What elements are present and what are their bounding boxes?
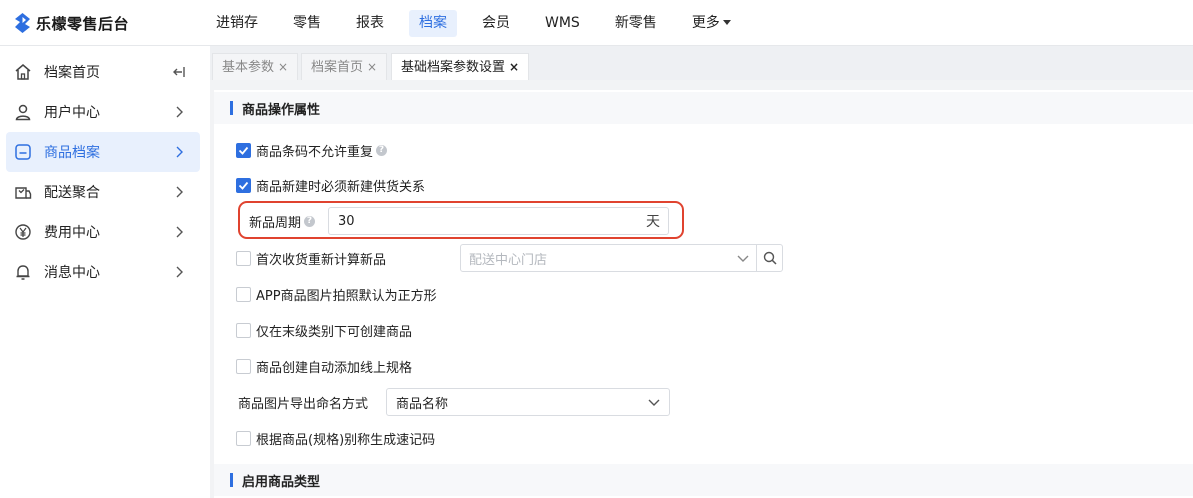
distribution-store-select[interactable]: 配送中心门店 (460, 244, 783, 272)
tab-label: 基础档案参数设置 (401, 60, 506, 75)
new-cycle-input[interactable]: 30 天 (328, 207, 669, 235)
checkbox-app-square[interactable] (236, 286, 251, 302)
distribution-store-placeholder: 配送中心门店 (469, 252, 548, 268)
topnav-item-archive[interactable]: 档案 (409, 10, 457, 37)
search-icon (763, 251, 777, 265)
delivery-icon (14, 183, 32, 201)
sidebar-item-delivery[interactable]: 配送聚合 (6, 172, 200, 212)
tab-archive-settings[interactable]: 基础档案参数设置 × (391, 53, 530, 80)
sidebar-item-message-center[interactable]: 消息中心 (6, 252, 200, 292)
option-app-square: APP商品图片拍照默认为正方形 (236, 283, 437, 305)
topnav-item-wms[interactable]: WMS (535, 10, 590, 37)
export-naming-value: 商品名称 (396, 396, 449, 412)
section-title: 启用商品类型 (242, 474, 321, 490)
topnav-item-new-retail[interactable]: 新零售 (605, 10, 667, 37)
yuan-icon (14, 223, 32, 241)
check-icon (238, 181, 249, 190)
app-title: 乐檬零售后台 (36, 14, 130, 33)
close-icon[interactable]: × (278, 60, 288, 74)
topnav-item-reports[interactable]: 报表 (346, 10, 394, 37)
sidebar-item-user-center[interactable]: 用户中心 (6, 92, 200, 132)
chevron-right-icon (172, 185, 186, 199)
collapse-sidebar-icon[interactable] (172, 65, 186, 79)
section-title: 商品操作属性 (242, 102, 321, 118)
settings-panel: 商品操作属性 商品条码不允许重复 ? 商品新建时必须新建供货关系 新品周期 ? … (214, 90, 1193, 498)
option-label: 仅在末级类别下可创建商品 (256, 324, 413, 340)
chevron-right-icon (172, 225, 186, 239)
option-label: 商品图片导出命名方式 (238, 396, 369, 412)
export-naming-select[interactable]: 商品名称 (386, 388, 670, 416)
sidebar-item-archive-home[interactable]: 档案首页 (6, 52, 200, 92)
close-icon[interactable]: × (509, 60, 519, 74)
checkbox-auto-spec[interactable] (236, 358, 251, 374)
check-icon (238, 146, 249, 155)
option-label: 根据商品(规格)别称生成速记码 (256, 432, 436, 448)
sidebar-item-label: 费用中心 (44, 225, 100, 241)
option-label: 首次收货重新计算新品 (256, 252, 387, 268)
topnav-item-retail[interactable]: 零售 (283, 10, 331, 37)
help-icon[interactable]: ? (304, 215, 316, 227)
close-icon[interactable]: × (367, 60, 377, 74)
chevron-down-icon (648, 399, 660, 406)
sidebar-item-product-archive[interactable]: 商品档案 (6, 132, 200, 172)
checkbox-require-supply[interactable] (236, 177, 251, 193)
new-cycle-unit: 天 (646, 214, 660, 230)
option-export-naming: 商品图片导出命名方式 (238, 391, 368, 413)
option-new-cycle: 新品周期 ? (249, 210, 316, 232)
option-recalc-new: 首次收货重新计算新品 (236, 247, 386, 269)
option-label: APP商品图片拍照默认为正方形 (256, 288, 437, 304)
option-speed-code: 根据商品(规格)别称生成速记码 (236, 427, 435, 449)
tab-basic-params[interactable]: 基本参数 × (212, 53, 299, 80)
sidebar: 档案首页 用户中心 商品档案 配送聚合 费用中心 消息中心 (0, 46, 210, 498)
app-logo[interactable]: 乐檬零售后台 (14, 12, 129, 34)
main-content: 商品操作属性 商品条码不允许重复 ? 商品新建时必须新建供货关系 新品周期 ? … (210, 80, 1193, 498)
search-button[interactable] (756, 245, 782, 271)
checkbox-recalc-new[interactable] (236, 250, 251, 266)
sidebar-item-label: 商品档案 (44, 145, 100, 161)
tab-archive-home[interactable]: 档案首页 × (301, 53, 388, 80)
home-icon (14, 63, 32, 81)
topnav-item-members[interactable]: 会员 (472, 10, 520, 37)
option-auto-spec: 商品创建自动添加线上规格 (236, 355, 412, 377)
sidebar-item-label: 用户中心 (44, 105, 100, 121)
chevron-right-icon (172, 265, 186, 279)
option-label: 商品新建时必须新建供货关系 (256, 179, 426, 195)
section-accent-bar (230, 101, 233, 115)
top-nav: 进销存 零售 报表 档案 会员 WMS 新零售 更多 (206, 10, 756, 37)
checkbox-leaf-only[interactable] (236, 322, 251, 338)
chevron-right-icon (172, 145, 186, 159)
top-bar: 乐檬零售后台 进销存 零售 报表 档案 会员 WMS 新零售 更多 (0, 0, 1193, 46)
chevron-right-icon (172, 105, 186, 119)
section-accent-bar (230, 473, 233, 487)
sidebar-item-expense-center[interactable]: 费用中心 (6, 212, 200, 252)
section-header: 商品操作属性 (214, 92, 1193, 124)
sidebar-item-label: 档案首页 (44, 65, 100, 81)
checkbox-speed-code[interactable] (236, 430, 251, 446)
tab-label: 档案首页 (311, 60, 364, 75)
section-header: 启用商品类型 (214, 464, 1193, 496)
option-label: 新品周期 (249, 215, 302, 231)
sidebar-item-label: 消息中心 (44, 265, 100, 281)
chevron-down-icon (737, 255, 749, 262)
option-barcode-unique: 商品条码不允许重复 ? (236, 139, 388, 161)
option-label: 商品创建自动添加线上规格 (256, 360, 413, 376)
option-require-supply: 商品新建时必须新建供货关系 (236, 174, 425, 196)
product-icon (14, 143, 32, 161)
user-icon (14, 103, 32, 121)
caret-down-icon (722, 19, 731, 25)
option-leaf-only: 仅在末级类别下可创建商品 (236, 319, 412, 341)
tab-bar: 基本参数 × 档案首页 × 基础档案参数设置 × (210, 46, 1193, 80)
logo-icon (15, 13, 30, 33)
option-label: 商品条码不允许重复 (256, 144, 374, 160)
more-label: 更多 (691, 15, 720, 31)
tab-label: 基本参数 (222, 60, 275, 75)
topnav-item-more[interactable]: 更多 (682, 10, 741, 37)
help-icon[interactable]: ? (376, 144, 388, 156)
topnav-item-inventory[interactable]: 进销存 (206, 10, 268, 37)
sidebar-item-label: 配送聚合 (44, 185, 100, 201)
checkbox-barcode-unique[interactable] (236, 142, 251, 158)
bell-icon (14, 263, 32, 281)
new-cycle-value: 30 (338, 213, 355, 229)
